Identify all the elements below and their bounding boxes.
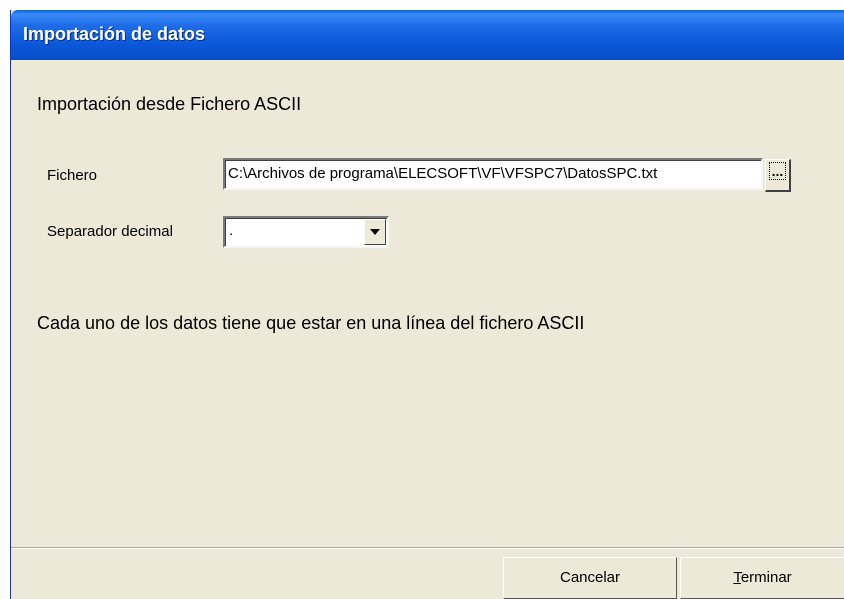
cancel-button[interactable]: Cancelar: [503, 557, 677, 599]
file-path-input[interactable]: C:\Archivos de programa\ELECSOFT\VF\VFSP…: [223, 158, 763, 190]
window-title: Importación de datos: [23, 24, 206, 44]
footer-divider: [11, 547, 844, 549]
decimal-separator-select[interactable]: .: [223, 216, 389, 248]
decimal-separator-label: Separador decimal: [47, 223, 173, 240]
info-text: Cada uno de los datos tiene que estar en…: [37, 313, 585, 333]
chevron-down-icon[interactable]: [364, 219, 386, 245]
browse-button-label: ...: [768, 162, 787, 180]
decimal-separator-value: .: [229, 222, 234, 239]
browse-file-button[interactable]: ...: [765, 159, 791, 192]
finish-button-label: Terminar: [733, 569, 792, 586]
dialog-heading: Importación desde Fichero ASCII: [37, 94, 302, 114]
finish-button[interactable]: Terminar: [680, 557, 844, 599]
file-label: Fichero: [47, 167, 98, 184]
title-bar[interactable]: Importación de datos: [11, 10, 844, 60]
import-dialog-window: Importación de datos Importación desde F…: [10, 10, 844, 599]
